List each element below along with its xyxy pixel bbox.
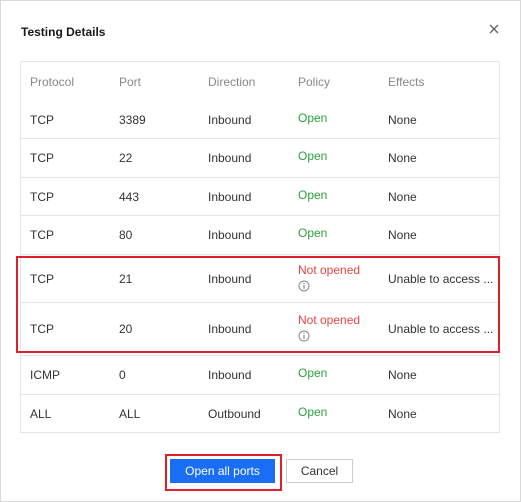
cell-port: 21	[119, 271, 133, 286]
cell-effects: Unable to access ...	[388, 271, 494, 286]
table-row: TCP 3389 Inbound Open None	[21, 102, 499, 139]
cell-direction: Inbound	[208, 151, 252, 165]
cell-protocol: TCP	[30, 151, 54, 165]
table-row: ICMP 0 Inbound Open None	[21, 356, 499, 395]
table-row: TCP 80 Inbound Open None	[21, 216, 499, 255]
cell-direction: Inbound	[208, 368, 252, 382]
cell-policy: Open	[298, 149, 328, 163]
cell-policy: Not opened	[298, 255, 383, 302]
cell-port: ALL	[119, 406, 141, 421]
cell-policy: Open	[298, 226, 328, 240]
cell-port: 22	[119, 151, 133, 165]
table-row: TCP 22 Inbound Open None	[21, 139, 499, 178]
cell-protocol: TCP	[30, 322, 54, 336]
cell-policy: Open	[298, 366, 328, 380]
policy-status: Not opened	[298, 262, 361, 277]
header-port: Port	[119, 75, 142, 89]
header-direction: Direction	[208, 75, 256, 89]
info-circle-icon[interactable]	[298, 280, 310, 295]
cell-port: 20	[119, 322, 133, 336]
testing-details-dialog: Testing Details Protocol Port Direction …	[0, 0, 521, 502]
ports-table: Protocol Port Direction Policy Effects T…	[20, 61, 500, 433]
cell-protocol: TCP	[30, 189, 54, 204]
policy-status: Not opened	[298, 313, 361, 327]
cell-direction: Inbound	[208, 113, 252, 127]
table-row: TCP 20 Inbound Not opened Unable to acce…	[21, 303, 499, 356]
cell-protocol: TCP	[30, 228, 54, 242]
header-protocol: Protocol	[30, 75, 75, 89]
open-all-ports-button[interactable]: Open all ports	[170, 459, 275, 483]
cell-effects: None	[388, 151, 417, 165]
close-icon[interactable]	[486, 21, 502, 37]
cell-policy: Open	[298, 187, 328, 202]
table-row: ALL ALL Outbound Open None	[21, 395, 499, 432]
cell-effects: None	[388, 406, 417, 421]
cell-effects: None	[388, 228, 417, 242]
cell-port: 0	[119, 368, 126, 382]
cell-policy: Not opened	[298, 303, 383, 355]
dialog-title: Testing Details	[21, 25, 106, 39]
cell-policy: Open	[298, 404, 328, 419]
info-circle-icon[interactable]	[298, 330, 310, 345]
table-header-row: Protocol Port Direction Policy Effects	[21, 62, 499, 102]
cell-effects: Unable to access ...	[388, 322, 494, 336]
table-row: TCP 21 Inbound Not opened Unable to acce…	[21, 255, 499, 303]
table-row: TCP 443 Inbound Open None	[21, 178, 499, 216]
cell-protocol: ALL	[30, 406, 52, 421]
cell-effects: None	[388, 113, 417, 127]
cell-protocol: TCP	[30, 113, 54, 127]
header-policy: Policy	[298, 75, 331, 89]
cell-port: 443	[119, 189, 140, 204]
cell-direction: Inbound	[208, 228, 252, 242]
cell-direction: Inbound	[208, 322, 252, 336]
cancel-button[interactable]: Cancel	[286, 459, 353, 483]
cell-direction: Outbound	[208, 406, 261, 421]
cell-effects: None	[388, 368, 417, 382]
cell-effects: None	[388, 189, 417, 204]
cell-direction: Inbound	[208, 271, 252, 286]
cell-protocol: TCP	[30, 271, 54, 286]
cell-policy: Open	[298, 111, 328, 125]
cell-protocol: ICMP	[30, 368, 60, 382]
cell-port: 3389	[119, 113, 146, 127]
cell-direction: Inbound	[208, 189, 252, 204]
header-effects: Effects	[388, 75, 425, 89]
cell-port: 80	[119, 228, 133, 242]
